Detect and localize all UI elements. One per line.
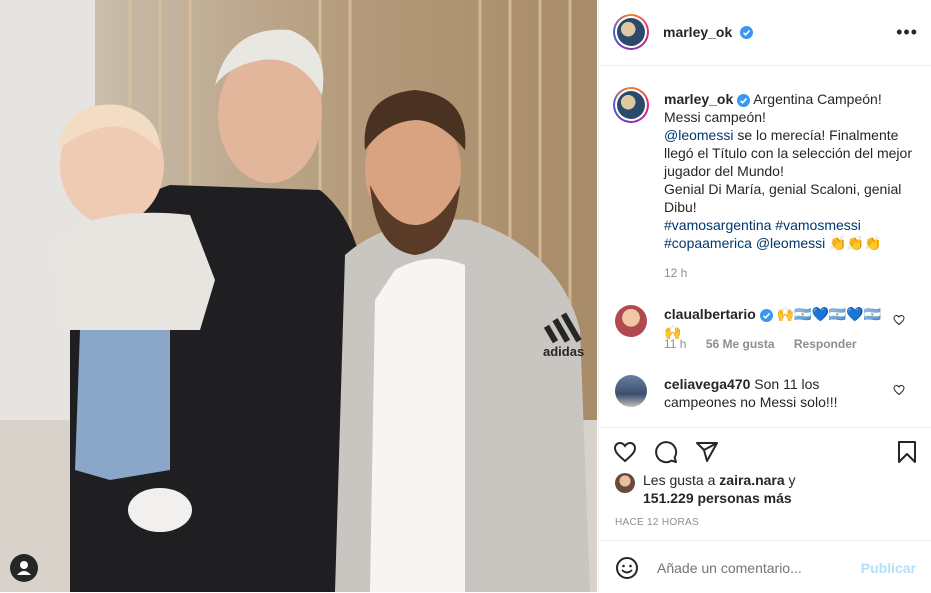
comment-2: celiavega470 Son 11 los campeones no Mes… xyxy=(664,375,889,411)
verified-badge-icon xyxy=(737,93,751,107)
mention-leomessi-2[interactable]: @leomessi xyxy=(756,235,825,251)
svg-text:adidas: adidas xyxy=(543,344,584,359)
comment-1-time[interactable]: 11 h xyxy=(664,337,686,351)
caption-time[interactable]: 12 h xyxy=(664,266,687,280)
publish-button[interactable]: Publicar xyxy=(861,560,916,576)
caption-emoji: 👏👏👏 xyxy=(829,235,882,251)
mention-leomessi[interactable]: @leomessi xyxy=(664,127,733,143)
likes-prefix: Les gusta a xyxy=(643,472,720,488)
post-time-ago[interactable]: HACE 12 HORAS xyxy=(615,517,699,528)
comment-avatar[interactable] xyxy=(615,375,647,407)
save-bookmark-icon[interactable] xyxy=(895,440,919,464)
comment-avatar[interactable] xyxy=(615,305,647,337)
more-options-icon[interactable]: ••• xyxy=(896,22,918,43)
likes-user[interactable]: zaira.nara xyxy=(719,472,784,488)
hashtag-copaamerica[interactable]: #copaamerica xyxy=(664,235,752,251)
post-actions: Les gusta a zaira.nara y 151.229 persona… xyxy=(599,427,931,593)
comment-1-meta: 11 h 56 Me gusta Responder xyxy=(664,337,873,351)
verified-badge-icon xyxy=(739,26,753,40)
caption-line-2: Messi campeón! xyxy=(664,109,766,125)
caption-line-4: Genial Di María, genial Scaloni, genial … xyxy=(664,181,902,215)
header-username[interactable]: marley_ok xyxy=(663,24,732,40)
caption-author-avatar[interactable] xyxy=(613,87,649,123)
post-image: adidas xyxy=(0,0,597,592)
author-avatar[interactable] xyxy=(613,14,649,50)
hashtag-vamosmessi[interactable]: #vamosmessi xyxy=(775,217,861,233)
likes-joiner: y xyxy=(784,472,796,488)
comment-1-reply[interactable]: Responder xyxy=(794,337,857,351)
post-header: marley_ok ••• xyxy=(599,0,931,66)
comment-input[interactable] xyxy=(655,559,849,577)
like-comment-heart-icon[interactable] xyxy=(893,314,905,326)
caption-line-1: Argentina Campeón! xyxy=(753,91,882,107)
emoji-icon[interactable] xyxy=(615,556,639,580)
comment-2-username[interactable]: celiavega470 xyxy=(664,376,750,392)
hashtag-vamosargentina[interactable]: #vamosargentina xyxy=(664,217,771,233)
like-heart-icon[interactable] xyxy=(613,440,637,464)
likes-count[interactable]: 151.229 personas más xyxy=(643,490,792,506)
post-photo[interactable]: adidas xyxy=(0,0,597,592)
comment-box: Publicar xyxy=(599,540,931,593)
post-sidebar: marley_ok ••• marley_ok Argentina Campeó… xyxy=(598,0,931,592)
share-paper-plane-icon[interactable] xyxy=(695,440,719,464)
tagged-users-icon[interactable] xyxy=(10,554,38,582)
likes-summary: Les gusta a zaira.nara y 151.229 persona… xyxy=(643,471,796,507)
comment-bubble-icon[interactable] xyxy=(654,440,678,464)
like-comment-heart-icon[interactable] xyxy=(893,384,905,396)
comment-1-username[interactable]: claualbertario xyxy=(664,306,756,322)
liker-avatar[interactable] xyxy=(615,473,635,493)
verified-badge-icon xyxy=(759,308,773,322)
comment-1-likes[interactable]: 56 Me gusta xyxy=(706,337,775,351)
caption-username[interactable]: marley_ok xyxy=(664,91,733,107)
comment-1: claualbertario 🙌🇦🇷💙🇦🇷💙🇦🇷🙌 xyxy=(664,305,889,341)
post-caption: marley_ok Argentina Campeón! Messi campe… xyxy=(664,90,919,252)
